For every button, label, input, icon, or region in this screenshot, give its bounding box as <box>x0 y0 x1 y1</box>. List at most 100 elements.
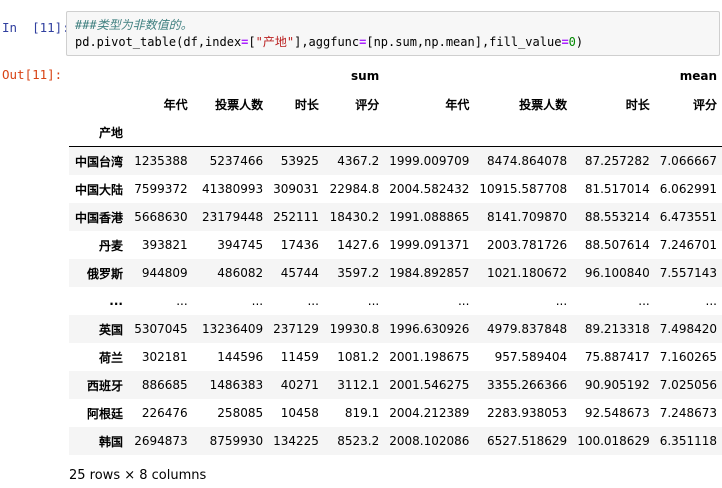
table-cell: 7.025056 <box>659 378 717 392</box>
table-cell: 886685 <box>141 378 188 392</box>
column-header: 投票人数 <box>215 97 264 112</box>
table-cell: 92.548673 <box>584 406 650 420</box>
header-mean: mean <box>679 69 717 83</box>
row-index: 中国大陆 <box>74 182 123 197</box>
table-cell: 2008.102086 <box>389 434 470 448</box>
table-body: 中国台湾 1235388 5237466 53925 4367.2 1999.009709… <box>69 146 722 455</box>
table-cell: 89.213318 <box>584 322 650 336</box>
table-row: ........................... <box>69 287 722 315</box>
table-cell: 2001.546275 <box>389 378 470 392</box>
column-header: 评分 <box>355 97 380 112</box>
table-cell: ... <box>307 294 319 308</box>
table-row: 阿根廷 226476 258085 10458 819.1 2004.212389 2283… <box>69 399 722 427</box>
table-cell: 10915.587708 <box>479 182 568 196</box>
row-index: 丹麦 <box>98 238 123 253</box>
table-cell: 7.066667 <box>659 154 717 168</box>
table-cell: 5668630 <box>134 210 188 224</box>
code-cell-input[interactable]: ###类型为非数值的。 pd.pivot_table(df,index = ["产地… <box>66 11 720 56</box>
table-cell: 7599372 <box>134 182 188 196</box>
row-index: 阿根廷 <box>86 406 123 421</box>
row-index: 中国台湾 <box>74 154 123 169</box>
table-cell: 226476 <box>141 406 188 420</box>
table-cell: 237129 <box>273 322 319 336</box>
table-cell: 1235388 <box>134 154 188 168</box>
table-cell: 8523.2 <box>337 434 380 448</box>
table-cell: 1021.180672 <box>487 266 568 280</box>
table-cell: 87.257282 <box>584 154 650 168</box>
index-name: 产地 <box>69 118 128 147</box>
table-cell: 4367.2 <box>337 154 380 168</box>
table-cell: 7.557143 <box>659 266 717 280</box>
output-prompt: Out[11]: <box>2 67 63 82</box>
column-header: 时长 <box>294 97 319 112</box>
table-cell: 41380993 <box>202 182 264 196</box>
code-token: pd.pivot_table(df,index <box>75 35 242 49</box>
table-row: 中国香港 5668630 23179448 252111 18430.2 1991.088… <box>69 203 722 231</box>
table-cell: 1999.009709 <box>389 154 470 168</box>
code-comment: ###类型为非数值的。 <box>75 18 193 32</box>
table-cell: ... <box>251 294 264 308</box>
table-cell: 100.018629 <box>577 434 650 448</box>
table-cell: 13236409 <box>202 322 264 336</box>
table-cell: 1991.088865 <box>389 210 470 224</box>
column-header: 年代 <box>445 97 470 112</box>
table-cell: ... <box>705 294 717 308</box>
table-cell: 8141.709870 <box>487 210 568 224</box>
row-index: 韩国 <box>98 434 123 449</box>
table-cell: 7.248673 <box>659 406 717 420</box>
table-cell: 6.351118 <box>659 434 717 448</box>
column-header: 投票人数 <box>519 97 568 112</box>
input-prompt: In [11]: <box>2 20 70 35</box>
table-cell: 3112.1 <box>337 378 380 392</box>
table-cell: 309031 <box>273 182 319 196</box>
column-header: 时长 <box>625 97 650 112</box>
table-cell: 957.589404 <box>494 350 568 364</box>
table-cell: 134225 <box>273 434 319 448</box>
table-cell: 11459 <box>280 350 319 364</box>
table-row: 中国台湾 1235388 5237466 53925 4367.2 1999.009709… <box>69 146 722 175</box>
row-index: 荷兰 <box>98 350 123 365</box>
table-cell: 6.062991 <box>659 182 717 196</box>
table-cell: 23179448 <box>202 210 264 224</box>
table-cell: 40271 <box>280 378 319 392</box>
table-row: 西班牙 886685 1486383 40271 3112.1 2001.546275 33… <box>69 371 722 399</box>
code-statement: pd.pivot_table(df,index=["产地"],aggfunc=[… <box>75 34 719 51</box>
table-row: 英国 5307045 13236409 237129 19930.8 1996.63092… <box>69 315 722 343</box>
table-cell: 17436 <box>280 238 319 252</box>
table-cell: 144596 <box>217 350 264 364</box>
table-shape-note: 25 rows × 8 columns <box>69 468 207 483</box>
index-name-filler <box>127 118 722 147</box>
table-cell: 6527.518629 <box>487 434 568 448</box>
table-cell: 819.1 <box>344 406 380 420</box>
table-cell: 2003.781726 <box>487 238 568 252</box>
table-header-row-top: sum mean <box>69 62 722 90</box>
table-cell: 1081.2 <box>337 350 380 364</box>
table-cell: 6.473551 <box>659 210 717 224</box>
table-cell: 7.246701 <box>659 238 717 252</box>
table-cell: 8474.864078 <box>487 154 568 168</box>
table-cell: 944809 <box>141 266 188 280</box>
table-cell: 7.498420 <box>659 322 717 336</box>
table-cell: 252111 <box>273 210 319 224</box>
header-sum: sum <box>351 69 380 83</box>
table-cell: 1999.091371 <box>389 238 470 252</box>
table-cell: 1486383 <box>209 378 264 392</box>
table-cell: 1984.892857 <box>389 266 470 280</box>
table-row: 韩国 2694873 8759930 134225 8523.2 2008.102086 6… <box>69 427 722 455</box>
table-cell: 394745 <box>217 238 264 252</box>
column-header: 评分 <box>692 97 717 112</box>
table-row: 中国大陆 7599372 41380993 309031 22984.8 2004.582… <box>69 175 722 203</box>
table-cell: ... <box>457 294 470 308</box>
table-cell: 22984.8 <box>329 182 380 196</box>
table-cell: 258085 <box>217 406 264 420</box>
code-token: [ <box>248 35 256 49</box>
row-index: 中国香港 <box>74 210 123 225</box>
row-index: ... <box>109 294 123 308</box>
table-cell: 18430.2 <box>329 210 380 224</box>
table-corner <box>69 90 128 118</box>
code-token: ],aggfunc <box>294 35 360 49</box>
table-cell: 393821 <box>141 238 188 252</box>
table-cell: 5237466 <box>209 154 264 168</box>
row-index: 英国 <box>98 322 123 337</box>
table-cell: 2004.582432 <box>389 182 470 196</box>
